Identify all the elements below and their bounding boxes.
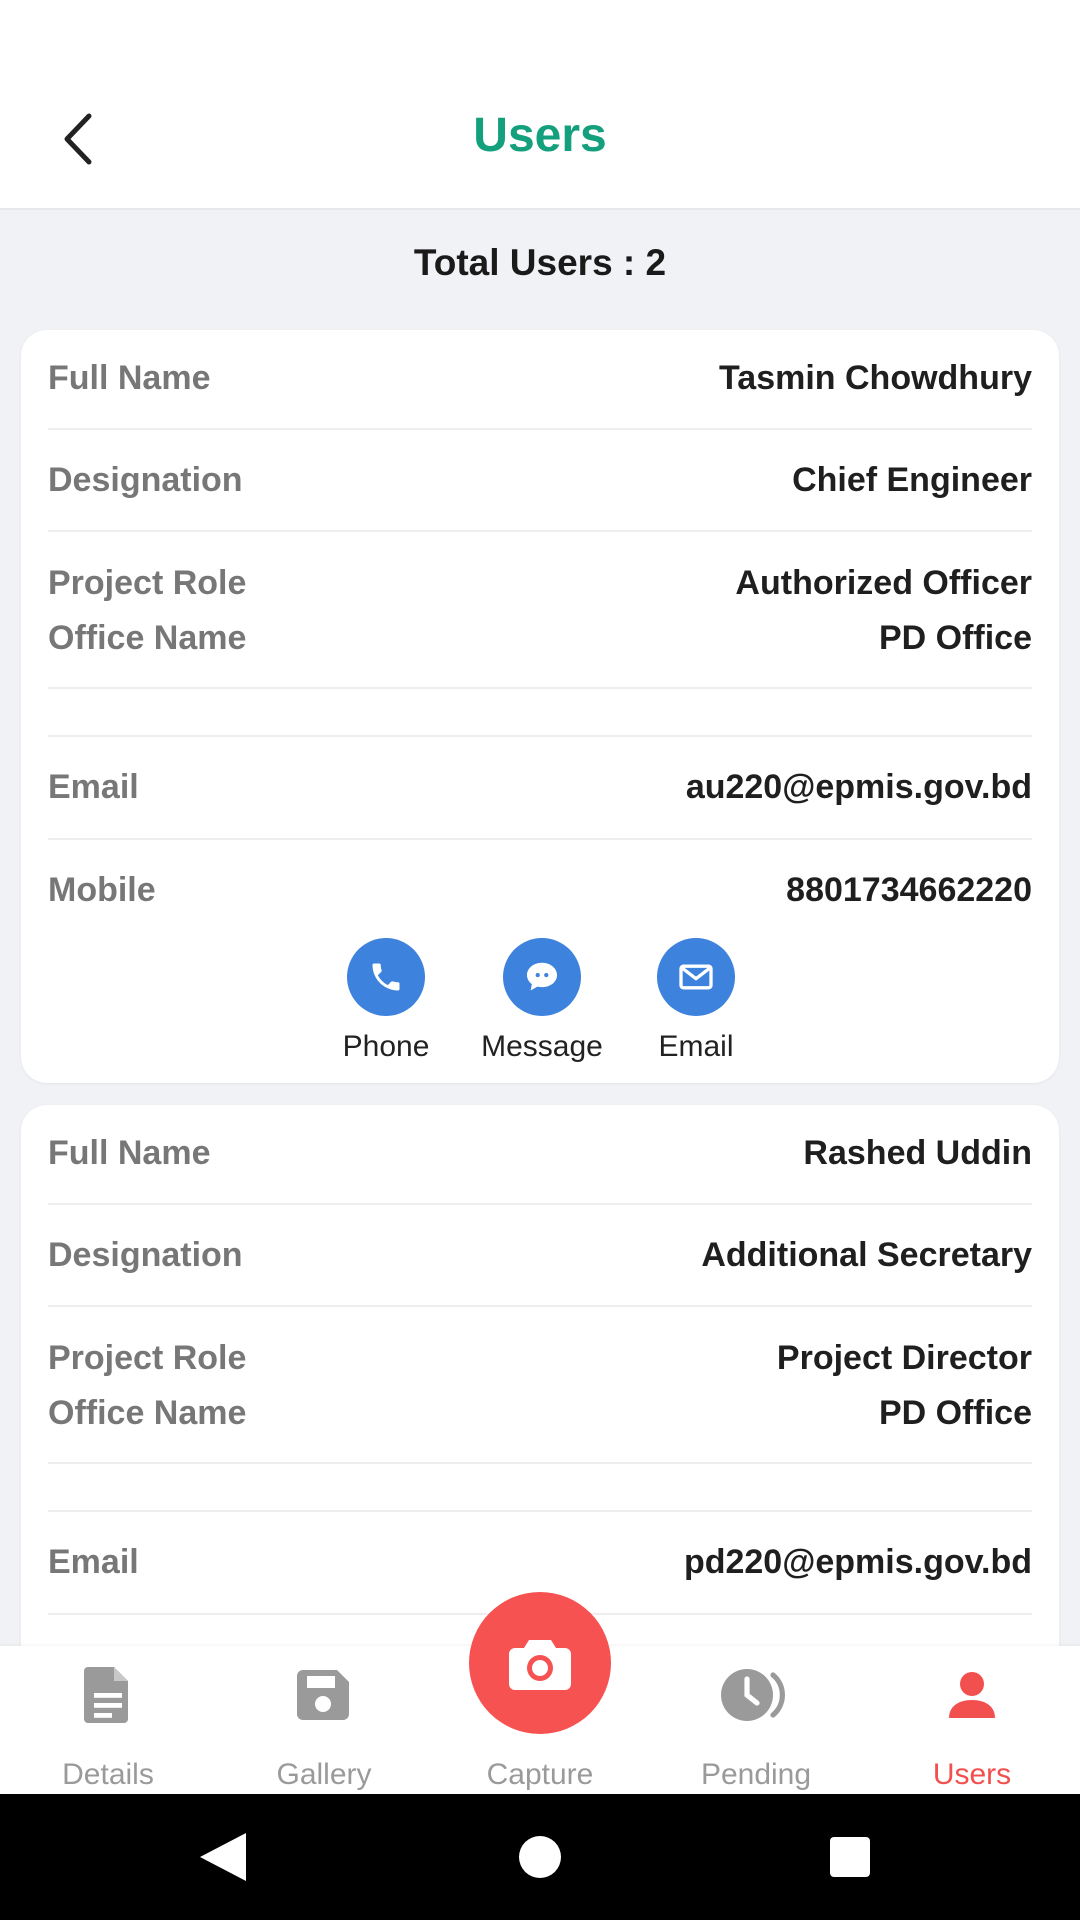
nav-capture-label: Capture — [486, 1758, 594, 1791]
message-button-label: Message — [481, 1030, 603, 1063]
field-label: Full Name — [48, 358, 211, 397]
divider — [48, 1462, 1032, 1464]
phone-button[interactable]: Phone — [311, 938, 461, 1064]
phone-icon — [372, 963, 400, 991]
mobile-row: Mobile 8801734662220 — [48, 868, 1032, 912]
field-label: Designation — [48, 1235, 243, 1274]
nav-pending-label: Pending — [700, 1758, 812, 1791]
user-icon — [864, 1650, 1080, 1740]
divider — [48, 1510, 1032, 1512]
phone-action-circle[interactable] — [347, 938, 425, 1016]
field-value: Chief Engineer — [792, 460, 1032, 499]
capture-button[interactable] — [469, 1592, 611, 1734]
phone-button-label: Phone — [342, 1030, 430, 1063]
divider — [48, 838, 1032, 840]
field-value: PD Office — [878, 618, 1032, 657]
email-button-label: Email — [658, 1030, 734, 1063]
field-label: Project Role — [48, 1338, 247, 1377]
nav-users[interactable]: Users — [864, 1646, 1080, 1794]
user-card: Full Name Tasmin Chowdhury Designation C… — [21, 330, 1059, 1083]
divider — [48, 1203, 1032, 1205]
contact-actions: Phone Message Email — [21, 938, 1059, 1068]
field-label: Mobile — [48, 870, 156, 909]
page-title: Users — [473, 109, 607, 162]
system-navigation-bar — [0, 1794, 1080, 1920]
email-action-circle[interactable] — [657, 938, 735, 1016]
nav-gallery[interactable]: Gallery — [216, 1646, 432, 1794]
project-role-row: Project Role Authorized Officer — [48, 561, 1032, 605]
field-value: Rashed Uddin — [803, 1133, 1032, 1172]
clock-icon — [648, 1650, 864, 1740]
field-value: pd220@epmis.gov.bd — [683, 1542, 1032, 1581]
nav-pending[interactable]: Pending — [648, 1646, 864, 1794]
circle-home-icon — [519, 1836, 561, 1878]
divider — [48, 735, 1032, 737]
office-name-row: Office Name PD Office — [48, 1391, 1032, 1435]
triangle-back-icon — [200, 1833, 246, 1881]
full-name-row: Full Name Tasmin Chowdhury — [48, 356, 1032, 400]
nav-details[interactable]: Details — [0, 1646, 216, 1794]
message-button[interactable]: Message — [467, 938, 617, 1064]
nav-details-label: Details — [62, 1758, 154, 1791]
nav-users-label: Users — [932, 1758, 1012, 1791]
bottom-navigation: Details Gallery Capture Pending Users — [0, 1592, 1080, 1794]
field-value: PD Office — [878, 1393, 1032, 1432]
field-value: 8801734662220 — [786, 870, 1032, 909]
designation-row: Designation Chief Engineer — [48, 458, 1032, 502]
divider — [48, 1305, 1032, 1307]
app-bar: Users — [0, 72, 1080, 210]
field-label: Project Role — [48, 563, 247, 602]
email-button[interactable]: Email — [621, 938, 771, 1064]
divider — [48, 428, 1032, 430]
email-row: Email au220@epmis.gov.bd — [48, 765, 1032, 809]
message-action-circle[interactable] — [503, 938, 581, 1016]
field-label: Email — [48, 1542, 139, 1581]
field-label: Office Name — [48, 618, 247, 657]
email-row: Email pd220@epmis.gov.bd — [48, 1540, 1032, 1584]
system-recents-button[interactable] — [817, 1824, 883, 1890]
save-icon — [216, 1650, 432, 1740]
field-value: Project Director — [776, 1338, 1032, 1377]
office-name-row: Office Name PD Office — [48, 616, 1032, 660]
envelope-icon — [679, 964, 713, 990]
designation-row: Designation Additional Secretary — [48, 1233, 1032, 1277]
field-value: Authorized Officer — [735, 563, 1032, 602]
divider — [48, 530, 1032, 532]
field-label: Email — [48, 767, 139, 806]
field-label: Designation — [48, 460, 243, 499]
field-value: au220@epmis.gov.bd — [685, 767, 1032, 806]
total-users-count: Total Users : 2 — [413, 242, 667, 283]
field-label: Full Name — [48, 1133, 211, 1172]
project-role-row: Project Role Project Director — [48, 1336, 1032, 1380]
status-bar — [0, 0, 1080, 72]
field-label: Office Name — [48, 1393, 247, 1432]
users-list[interactable]: Full Name Tasmin Chowdhury Designation C… — [0, 320, 1080, 1646]
system-back-button[interactable] — [190, 1824, 256, 1890]
document-icon — [0, 1650, 216, 1740]
divider — [48, 687, 1032, 689]
system-home-button[interactable] — [507, 1824, 573, 1890]
camera-icon — [509, 1640, 571, 1690]
nav-gallery-label: Gallery — [276, 1758, 372, 1791]
square-recents-icon — [830, 1837, 870, 1877]
full-name-row: Full Name Rashed Uddin — [48, 1131, 1032, 1175]
field-value: Tasmin Chowdhury — [719, 358, 1032, 397]
user-card: Full Name Rashed Uddin Designation Addit… — [21, 1105, 1059, 1646]
field-value: Additional Secretary — [701, 1235, 1032, 1274]
chat-bubble-icon — [526, 962, 558, 991]
